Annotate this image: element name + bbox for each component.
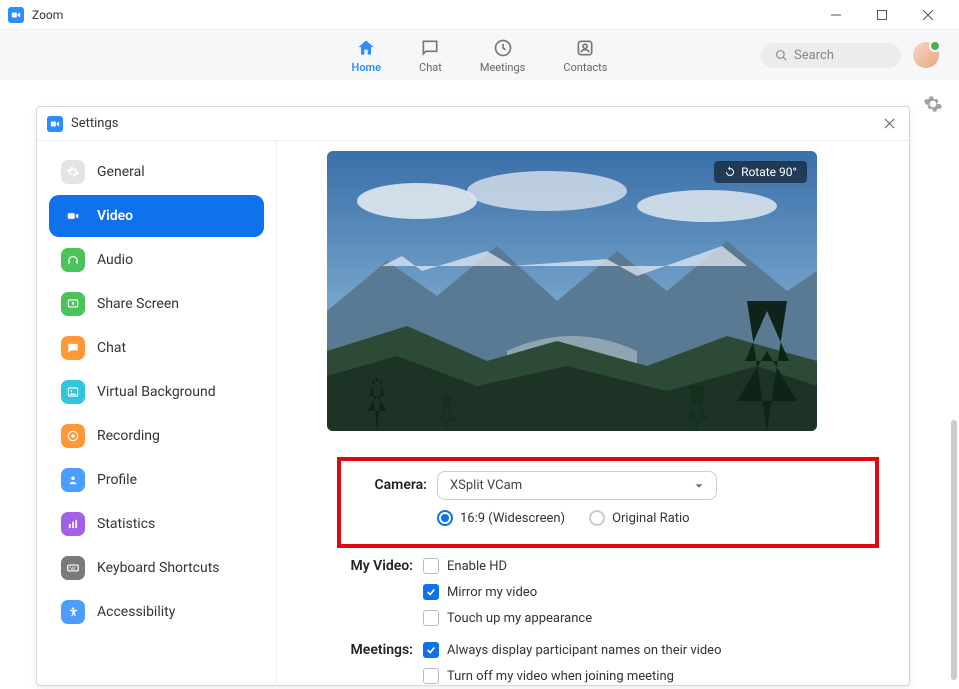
- chat-icon: [419, 37, 441, 59]
- scrollbar[interactable]: [951, 420, 957, 680]
- sidebar-label-video: Video: [97, 208, 133, 224]
- sidebar-item-profile[interactable]: Profile: [49, 459, 264, 501]
- sidebar-item-keyboard-shortcuts[interactable]: Keyboard Shortcuts: [49, 547, 264, 589]
- sidebar-item-accessibility[interactable]: Accessibility: [49, 591, 264, 633]
- image-icon: [61, 380, 85, 404]
- checkbox-box-checked: [423, 642, 439, 658]
- settings-sidebar: General Video Audio Share Screen Chat: [37, 141, 277, 685]
- zoom-settings-icon: [47, 116, 63, 132]
- checkbox-box: [423, 558, 439, 574]
- zoom-app-icon: [8, 7, 24, 23]
- profile-icon: [61, 468, 85, 492]
- sidebar-label-keyboard-shortcuts: Keyboard Shortcuts: [97, 560, 220, 576]
- settings-content: Rotate 90° Camera: XSplit VCam: [277, 141, 909, 685]
- video-icon: [61, 204, 85, 228]
- search-input[interactable]: Search: [761, 43, 901, 68]
- sidebar-item-video[interactable]: Video: [49, 195, 264, 237]
- tab-home[interactable]: Home: [352, 33, 382, 78]
- accessibility-icon: [61, 600, 85, 624]
- camera-select-value: XSplit VCam: [450, 478, 522, 493]
- sidebar-item-virtual-background[interactable]: Virtual Background: [49, 371, 264, 413]
- sidebar-item-statistics[interactable]: Statistics: [49, 503, 264, 545]
- camera-section-highlight: Camera: XSplit VCam 16:9 (Widescreen): [337, 457, 879, 548]
- main-area: Settings General Video Audio: [0, 80, 959, 689]
- checkbox-touch-up[interactable]: Touch up my appearance: [423, 610, 879, 626]
- radio-original-ratio[interactable]: Original Ratio: [589, 510, 690, 526]
- settings-window: Settings General Video Audio: [36, 106, 910, 686]
- settings-title: Settings: [71, 116, 879, 131]
- radio-circle-unchecked: [589, 510, 605, 526]
- sidebar-label-profile: Profile: [97, 472, 137, 488]
- sidebar-label-audio: Audio: [97, 252, 133, 268]
- checkbox-mirror-label: Mirror my video: [447, 585, 537, 600]
- search-icon: [775, 49, 788, 62]
- rotate-icon: [724, 166, 736, 178]
- tab-chat[interactable]: Chat: [419, 33, 442, 78]
- checkbox-box-checked: [423, 584, 439, 600]
- record-icon: [61, 424, 85, 448]
- radio-circle-checked: [437, 510, 453, 526]
- window-titlebar: Zoom: [0, 0, 959, 30]
- window-maximize-button[interactable]: [859, 0, 905, 30]
- rotate-label: Rotate 90°: [741, 165, 797, 179]
- meetings-label: Meetings:: [341, 642, 423, 685]
- contacts-icon: [574, 37, 596, 59]
- top-navigation: Home Chat Meetings Contacts Search: [0, 30, 959, 80]
- chevron-down-icon: [694, 481, 704, 491]
- checkbox-mirror[interactable]: Mirror my video: [423, 584, 879, 600]
- home-icon: [355, 37, 377, 59]
- tab-contacts-label: Contacts: [563, 61, 607, 74]
- sidebar-item-share-screen[interactable]: Share Screen: [49, 283, 264, 325]
- camera-label: Camera:: [355, 471, 437, 493]
- radio-original-label: Original Ratio: [612, 511, 690, 526]
- sidebar-item-audio[interactable]: Audio: [49, 239, 264, 281]
- radio-widescreen-label: 16:9 (Widescreen): [460, 511, 565, 526]
- sidebar-label-recording: Recording: [97, 428, 160, 444]
- headphones-icon: [61, 248, 85, 272]
- sidebar-item-general[interactable]: General: [49, 151, 264, 193]
- sidebar-label-chat: Chat: [97, 340, 126, 356]
- share-screen-icon: [61, 292, 85, 316]
- my-video-label: My Video:: [341, 558, 423, 636]
- window-title: Zoom: [32, 8, 813, 22]
- settings-close-button[interactable]: [879, 114, 899, 134]
- sidebar-label-statistics: Statistics: [97, 516, 155, 532]
- checkbox-turn-off-label: Turn off my video when joining meeting: [447, 669, 674, 684]
- checkbox-touch-up-label: Touch up my appearance: [447, 611, 592, 626]
- preview-scene: [327, 151, 817, 431]
- tab-chat-label: Chat: [419, 61, 442, 74]
- checkbox-box: [423, 668, 439, 684]
- sidebar-label-virtual-background: Virtual Background: [97, 384, 216, 400]
- clock-icon: [492, 37, 514, 59]
- tab-meetings[interactable]: Meetings: [480, 33, 525, 78]
- tab-contacts[interactable]: Contacts: [563, 33, 607, 78]
- sidebar-item-recording[interactable]: Recording: [49, 415, 264, 457]
- window-minimize-button[interactable]: [813, 0, 859, 30]
- settings-gear-button[interactable]: [923, 94, 943, 114]
- window-close-button[interactable]: [905, 0, 951, 30]
- checkbox-show-names[interactable]: Always display participant names on thei…: [423, 642, 879, 658]
- sidebar-label-general: General: [97, 164, 145, 180]
- checkbox-box: [423, 610, 439, 626]
- sidebar-label-share-screen: Share Screen: [97, 296, 179, 312]
- gear-icon: [61, 160, 85, 184]
- chat-bubble-icon: [61, 336, 85, 360]
- radio-widescreen[interactable]: 16:9 (Widescreen): [437, 510, 565, 526]
- camera-select[interactable]: XSplit VCam: [437, 471, 717, 500]
- stats-icon: [61, 512, 85, 536]
- video-preview: Rotate 90°: [327, 151, 817, 431]
- rotate-button[interactable]: Rotate 90°: [714, 161, 807, 183]
- tab-meetings-label: Meetings: [480, 61, 525, 74]
- checkbox-turn-off[interactable]: Turn off my video when joining meeting: [423, 668, 879, 684]
- search-placeholder: Search: [794, 48, 834, 63]
- user-avatar[interactable]: [913, 42, 939, 68]
- tab-home-label: Home: [352, 61, 382, 74]
- checkbox-show-names-label: Always display participant names on thei…: [447, 643, 721, 658]
- checkbox-enable-hd[interactable]: Enable HD: [423, 558, 879, 574]
- sidebar-item-chat[interactable]: Chat: [49, 327, 264, 369]
- sidebar-label-accessibility: Accessibility: [97, 604, 175, 620]
- keyboard-icon: [61, 556, 85, 580]
- checkbox-enable-hd-label: Enable HD: [447, 559, 507, 574]
- settings-header: Settings: [37, 107, 909, 141]
